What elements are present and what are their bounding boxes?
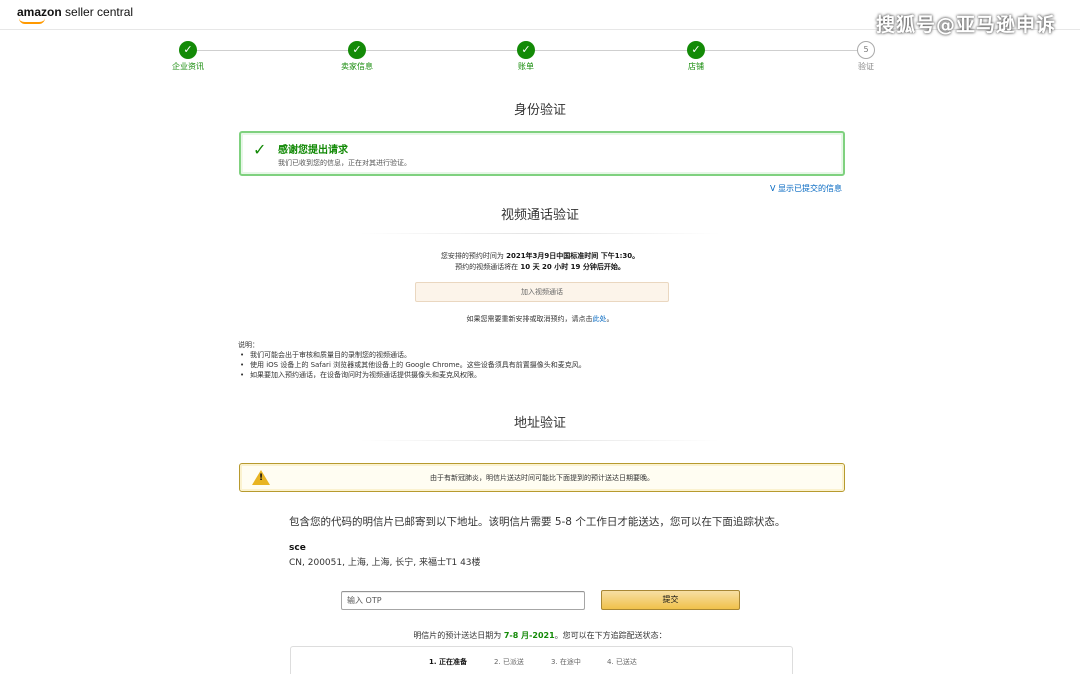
- postcard-description: 包含您的代码的明信片已邮寄到以下地址。该明信片需要 5-8 个工作日才能送达，您…: [289, 516, 786, 528]
- eta-suffix: 。您可以在下方追踪配送状态：: [554, 631, 667, 640]
- reschedule-link[interactable]: 此处: [593, 315, 607, 323]
- step-label: 店铺: [688, 62, 704, 71]
- join-video-call-button[interactable]: 加入视频通话: [415, 282, 669, 302]
- reschedule-prefix: 如果您需要重新安排或取消预约，请点击: [466, 315, 593, 323]
- eta-date: 7-8 月-2021: [503, 631, 555, 640]
- success-alert: ✓ 感谢您提出请求 我们已收到您的信息，正在对其进行验证。: [239, 131, 845, 176]
- tracking-step-in-transit: 3. 在途中: [551, 658, 581, 666]
- show-submitted-info-link[interactable]: V 显示已提交的信息: [770, 183, 842, 194]
- reschedule-suffix: 。: [606, 315, 614, 323]
- check-icon: ✓: [348, 41, 366, 59]
- appointment-countdown: 预约的视频通话将在 10 天 20 小时 19 分钟后开始。: [0, 262, 1080, 272]
- submit-otp-button[interactable]: 提交: [601, 590, 740, 610]
- countdown-prefix: 预约的视频通话将在: [455, 263, 521, 271]
- check-icon: ✓: [517, 41, 535, 59]
- reschedule-text: 如果您需要重新安排或取消预约，请点击此处。: [0, 314, 1080, 324]
- tracking-step-shipped: 2. 已派送: [494, 658, 524, 666]
- video-title: 视频通话验证: [500, 208, 579, 223]
- logo-rest-text: seller central: [61, 5, 134, 19]
- note-item: 如果要加入预约通话，在设备询问时为视频通话提供摄像头和麦克风权限。: [238, 370, 586, 380]
- watermark: 搜狐号@亚马逊申诉: [875, 14, 1056, 36]
- step-label: 账单: [518, 62, 534, 71]
- checkmark-icon: ✓: [253, 140, 267, 159]
- step-label: 卖家信息: [341, 62, 373, 71]
- video-notes: 说明： 我们可能会出于审核和质量目的录制您的视频通话。 使用 iOS 设备上的 …: [238, 340, 586, 380]
- step-seller-info: ✓ 卖家信息: [317, 41, 397, 72]
- address-line: CN, 200051, 上海, 上海, 长宁, 来福士T1 43楼: [289, 558, 481, 568]
- identity-title: 身份验证: [513, 103, 566, 118]
- amazon-smile-icon: [19, 18, 45, 24]
- covid-warning-alert: ! 由于有新冠肺炎，明信片送达时间可能比下面提到的预计送达日期要晚。: [239, 463, 845, 492]
- appointment-time: 您安排的预约时间为 2021年3月9日中国标准时间 下午1:30。: [0, 251, 1080, 261]
- step-label: 企业资讯: [172, 62, 204, 71]
- step-store: ✓ 店铺: [656, 41, 736, 72]
- note-item: 我们可能会出于审核和质量目的录制您的视频通话。: [238, 350, 586, 360]
- section-divider: [360, 440, 720, 441]
- success-title: 感谢您提出请求: [278, 145, 348, 156]
- logo-amazon-text: amazon: [17, 5, 62, 19]
- tracking-step-preparing: 1. 正在准备: [429, 658, 467, 666]
- notes-title: 说明：: [238, 341, 259, 349]
- eta-prefix: 明信片的预计送达日期为: [413, 631, 504, 640]
- check-icon: ✓: [687, 41, 705, 59]
- otp-input[interactable]: [341, 591, 585, 610]
- step-verification: 5 验证: [826, 41, 906, 72]
- estimated-delivery: 明信片的预计送达日期为 7-8 月-2021。您可以在下方追踪配送状态：: [0, 630, 1080, 641]
- address-title: 地址验证: [513, 416, 566, 431]
- step-label: 验证: [858, 62, 874, 71]
- note-item: 使用 iOS 设备上的 Safari 浏览器或其他设备上的 Google Chr…: [238, 360, 586, 370]
- check-icon: ✓: [179, 41, 197, 59]
- success-subtitle: 我们已收到您的信息，正在对其进行验证。: [278, 159, 411, 167]
- countdown-value: 10 天 20 小时 19 分钟后开始。: [520, 263, 625, 271]
- appointment-time-value: 2021年3月9日中国标准时间 下午1:30。: [506, 252, 640, 260]
- section-divider: [360, 233, 720, 234]
- address-name: sce: [289, 543, 306, 553]
- warning-text: 由于有新冠肺炎，明信片送达时间可能比下面提到的预计送达日期要晚。: [430, 474, 654, 482]
- tracking-step-delivered: 4. 已送达: [607, 658, 637, 666]
- delivery-tracker: 1. 正在准备 2. 已派送 3. 在途中 4. 已送达: [290, 646, 793, 674]
- step-billing: ✓ 账单: [486, 41, 566, 72]
- seller-central-logo[interactable]: amazon seller central: [17, 5, 134, 24]
- step-number: 5: [857, 41, 875, 59]
- appointment-prefix: 您安排的预约时间为: [440, 252, 507, 260]
- step-business-info: ✓ 企业资讯: [148, 41, 228, 72]
